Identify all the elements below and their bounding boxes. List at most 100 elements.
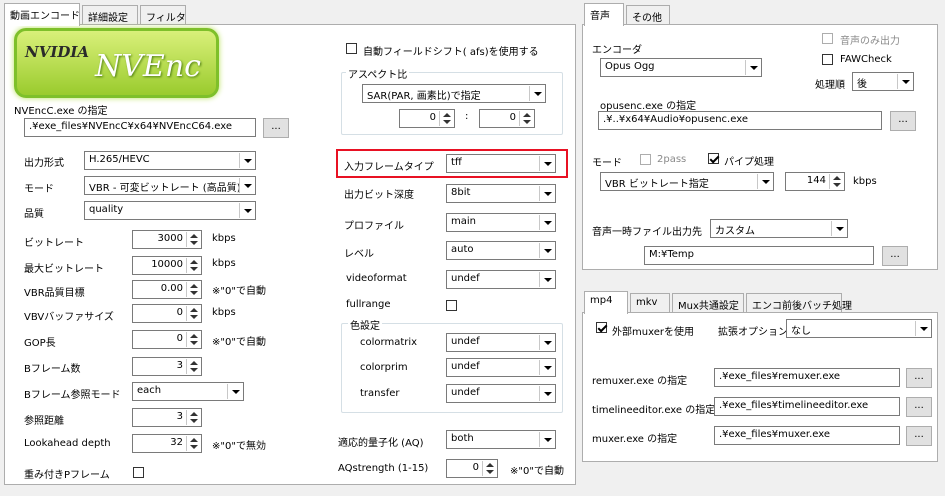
exe-browse-button[interactable]: ... (263, 118, 289, 138)
bref-select[interactable]: each (132, 382, 244, 401)
temp-mode-select[interactable]: カスタム (710, 219, 848, 238)
transfer-select[interactable]: undef (446, 384, 556, 403)
spinner-arrows-icon[interactable] (829, 174, 843, 189)
vbrq-note: ※"0"で自動 (212, 286, 266, 297)
maxbitrate-label: 最大ビットレート (24, 264, 104, 275)
weightp-label: 重み付きPフレーム (24, 470, 110, 481)
aqs-spinner[interactable]: 0 (446, 459, 498, 478)
tab-mkv[interactable]: mkv (630, 293, 670, 313)
chevron-down-icon (539, 386, 554, 401)
depth-select[interactable]: 8bit (446, 184, 556, 203)
lookahead-spinner[interactable]: 32 (132, 434, 202, 453)
output-format-select[interactable]: H.265/HEVC (84, 151, 256, 170)
pipe-checkbox[interactable] (708, 153, 719, 164)
vbrq-spinner[interactable]: 0.00 (132, 280, 202, 299)
tab-filter[interactable]: フィルタ (140, 5, 186, 25)
bitrate-spinner[interactable]: 3000 (132, 230, 202, 249)
temp-browse-button[interactable]: ... (882, 246, 908, 266)
lookahead-label: Lookahead depth (24, 438, 111, 449)
quality-select[interactable]: quality (84, 201, 256, 220)
aspect-x-value: 0 (429, 112, 436, 123)
tab-mux-common[interactable]: Mux共通設定 (672, 293, 744, 313)
fullrange-checkbox[interactable] (446, 300, 457, 311)
spinner-arrows-icon[interactable] (186, 359, 200, 374)
spinner-arrows-icon[interactable] (186, 306, 200, 321)
audio-exe-browse-button[interactable]: ... (890, 111, 916, 131)
level-label: レベル (344, 249, 374, 260)
spinner-arrows-icon[interactable] (482, 461, 496, 476)
spinner-arrows-icon[interactable] (439, 111, 453, 126)
chevron-down-icon (539, 432, 554, 447)
aq-select[interactable]: both (446, 430, 556, 449)
exe-path-field[interactable]: .¥exe_files¥NVEncC¥x64¥NVEncC64.exe (24, 118, 256, 137)
gop-spinner[interactable]: 0 (132, 330, 202, 349)
spinner-arrows-icon[interactable] (519, 111, 533, 126)
tab-video-encode[interactable]: 動画エンコード (4, 3, 80, 26)
chevron-down-icon (915, 321, 930, 336)
quality-label: 品質 (24, 209, 44, 220)
mode-select[interactable]: VBR - 可変ビットレート (高品質) (84, 176, 256, 195)
tab-mp4[interactable]: mp4 (584, 291, 628, 314)
weightp-checkbox[interactable] (133, 467, 144, 478)
level-select[interactable]: auto (446, 241, 556, 260)
output-format-value: H.265/HEVC (89, 154, 150, 165)
spinner-arrows-icon[interactable] (186, 282, 200, 297)
videoformat-select[interactable]: undef (446, 270, 556, 289)
aspect-y-spinner[interactable]: 0 (479, 109, 535, 128)
tab-other[interactable]: その他 (626, 5, 670, 25)
remuxer-path-field[interactable]: .¥exe_files¥remuxer.exe (714, 368, 900, 387)
remuxer-label: remuxer.exe の指定 (592, 376, 688, 387)
vbv-spinner[interactable]: 0 (132, 304, 202, 323)
ref-spinner[interactable]: 3 (132, 408, 202, 427)
colormatrix-select[interactable]: undef (446, 333, 556, 352)
spinner-arrows-icon[interactable] (186, 436, 200, 451)
chevron-down-icon (757, 174, 772, 189)
tab-advanced[interactable]: 詳細設定 (82, 5, 138, 25)
muxer-path-field[interactable]: .¥exe_files¥muxer.exe (714, 426, 900, 445)
level-value: auto (451, 244, 474, 255)
bframes-value: 3 (176, 360, 183, 371)
tab-audio[interactable]: 音声 (584, 3, 624, 26)
spinner-arrows-icon[interactable] (186, 258, 200, 273)
order-select[interactable]: 後 (852, 72, 914, 91)
audio-only-checkbox[interactable] (822, 33, 833, 44)
twopass-checkbox[interactable] (640, 154, 651, 165)
audio-mode-select[interactable]: VBR ビットレート指定 (600, 172, 774, 191)
aspect-x-spinner[interactable]: 0 (399, 109, 455, 128)
remuxer-browse-button[interactable]: ... (906, 368, 932, 388)
spinner-arrows-icon[interactable] (186, 332, 200, 347)
faw-checkbox[interactable] (822, 54, 833, 65)
mux-tab-strip: mp4 mkv Mux共通設定 エンコ前後バッチ処理 (584, 291, 934, 314)
temp-path-field[interactable]: M:¥Temp (644, 246, 874, 265)
aspect-separator: : (465, 111, 469, 122)
encoder-select[interactable]: Opus Ogg (600, 58, 762, 77)
aq-label: 適応的量子化 (AQ) (338, 438, 424, 449)
audio-exe-path-field[interactable]: .¥..¥x64¥Audio¥opusenc.exe (598, 111, 882, 130)
chevron-down-icon (539, 156, 554, 171)
ref-value: 3 (176, 411, 183, 422)
afs-checkbox[interactable] (346, 43, 357, 54)
encoder-value: Opus Ogg (605, 61, 655, 72)
videoformat-label: videoformat (346, 273, 407, 284)
vbv-value: 0 (176, 307, 183, 318)
timeline-path-field[interactable]: .¥exe_files¥timelineeditor.exe (714, 397, 900, 416)
profile-select[interactable]: main (446, 213, 556, 232)
frametype-label: 入力フレームタイプ (344, 162, 434, 173)
spinner-arrows-icon[interactable] (186, 410, 200, 425)
maxbitrate-spinner[interactable]: 10000 (132, 256, 202, 275)
transfer-value: undef (451, 387, 480, 398)
chevron-down-icon (539, 186, 554, 201)
spinner-arrows-icon[interactable] (186, 232, 200, 247)
tab-batch[interactable]: エンコ前後バッチ処理 (746, 293, 852, 313)
colorprim-select[interactable]: undef (446, 358, 556, 377)
frametype-select[interactable]: tff (446, 154, 556, 173)
use-muxer-checkbox[interactable] (596, 322, 607, 333)
ext-select[interactable]: なし (786, 319, 932, 338)
timeline-browse-button[interactable]: ... (906, 397, 932, 417)
colormatrix-value: undef (451, 336, 480, 347)
order-value: 後 (857, 79, 867, 90)
audio-bitrate-spinner[interactable]: 144 (785, 172, 845, 191)
bframes-spinner[interactable]: 3 (132, 357, 202, 376)
muxer-browse-button[interactable]: ... (906, 426, 932, 446)
aspect-select[interactable]: SAR(PAR, 画素比)で指定 (362, 84, 546, 103)
